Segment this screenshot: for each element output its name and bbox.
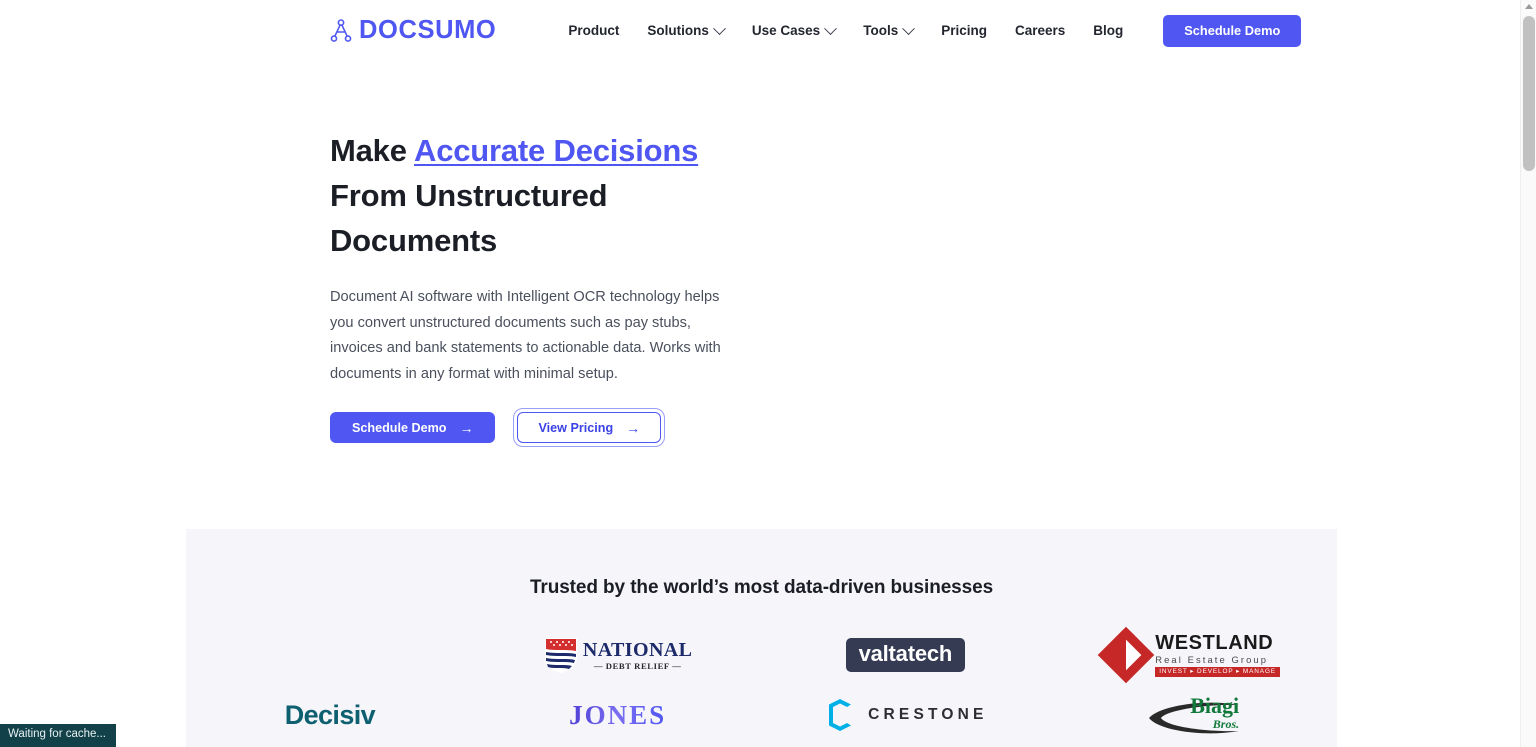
logo-wordmark: CRESTONE [868,706,988,724]
chevron-down-icon [902,21,916,35]
nav-item-product[interactable]: Product [554,18,633,44]
westland-logo: WESTLAND Real Estate Group INVEST ▸ DEVE… [1097,626,1280,684]
logo-line-1: NATIONAL [582,638,693,661]
nav-label: Blog [1093,23,1124,39]
hero-headline-part2: From Unstructured Documents [330,178,608,258]
hero-subtitle: Document AI software with Intelligent OC… [330,289,721,382]
hero-section: Make Accurate Decisions From Unstructure… [330,128,760,448]
shield-icon [543,635,579,675]
nav-item-pricing[interactable]: Pricing [927,18,1001,44]
logo-line-1: Biagi [1190,693,1240,718]
arrow-right-icon: → [626,419,641,436]
nav-label: Use Cases [751,23,821,39]
logo-line-1: WESTLAND [1155,631,1274,654]
nav-item-solutions[interactable]: Solutions [633,18,738,44]
chevron-down-icon [713,21,726,35]
crestone-logo: CRESTONE [823,698,987,732]
logo-wordmark: NATIONAL — DEBT RELIEF — [583,640,693,671]
diamond-icon [1097,626,1155,684]
docsumo-logo[interactable]: DOCSUMO [330,18,496,44]
nav-label: Product [568,23,620,39]
logo-line-2: — DEBT RELIEF — [593,660,682,671]
page-viewport: DOCSUMO Product Solutions Use Cases Tool… [0,0,1520,747]
hero-headline-part1: Make [330,133,415,168]
scroll-up-arrow-icon[interactable] [1525,4,1533,9]
hero-headline-highlight-link[interactable]: Accurate Decisions [414,133,698,168]
hero-headline: Make Accurate Decisions From Unstructure… [330,128,760,263]
logo-line-3: INVEST ▸ DEVELOP ▸ MANAGE [1155,667,1280,678]
valtatech-logo: valtatech [845,638,966,672]
scrollbar-thumb[interactable] [1523,16,1535,171]
hero-view-pricing-button[interactable]: View Pricing → [513,408,666,448]
docsumo-node-graph-icon [330,19,352,43]
logo-cell-biagi-bros: Biagi Bros. [1049,685,1337,745]
nav-label: Pricing [941,23,987,39]
biagi-bros-logo: Biagi Bros. [1145,693,1241,737]
national-debt-relief-logo: NATIONAL — DEBT RELIEF — [543,635,693,675]
site-header: DOCSUMO Product Solutions Use Cases Tool… [0,0,1520,62]
trusted-by-section: Trusted by the world’s most data-driven … [186,529,1337,747]
header-inner: DOCSUMO Product Solutions Use Cases Tool… [330,0,1302,62]
logo-cell-westland: WESTLAND Real Estate Group INVEST ▸ DEVE… [1049,625,1337,685]
nav-item-tools[interactable]: Tools [849,18,927,44]
logo-cell-national-debt-relief: NATIONAL — DEBT RELIEF — [474,625,762,685]
hexagon-c-icon [823,698,857,732]
hero-schedule-demo-button[interactable]: Schedule Demo → [330,412,496,444]
logo-cell-jones: JONES [474,685,762,745]
chevron-down-icon [824,21,838,35]
client-logo-grid: NATIONAL — DEBT RELIEF — valtatech WESTL… [186,625,1337,745]
nav-item-blog[interactable]: Blog [1079,18,1137,44]
arrow-right-icon: → [459,419,474,436]
decisiv-logo: Decisiv [284,699,376,730]
trusted-by-title: Trusted by the world’s most data-driven … [529,577,994,598]
browser-status-message: Waiting for cache... [0,724,117,747]
browser-page: DOCSUMO Product Solutions Use Cases Tool… [0,0,1536,747]
logo-cell-empty [186,625,474,685]
nav-label: Solutions [647,23,709,39]
vertical-scrollbar[interactable] [1520,0,1536,747]
logo-cell-crestone: CRESTONE [762,685,1050,745]
header-schedule-demo-button[interactable]: Schedule Demo [1163,14,1302,48]
hero-cta-group: Schedule Demo → View Pricing → [330,408,760,448]
logo-cell-decisiv: Decisiv [186,685,474,745]
button-label: View Pricing [538,420,614,435]
brand-name: DOCSUMO [359,16,497,45]
primary-nav: Product Solutions Use Cases Tools Pricin… [554,18,1137,44]
jones-logo: JONES [569,699,667,730]
nav-item-use-cases[interactable]: Use Cases [738,18,849,44]
logo-line-2: Real Estate Group [1155,653,1269,665]
logo-cell-valtatech: valtatech [762,625,1050,685]
nav-label: Tools [863,23,899,39]
button-label: Schedule Demo [352,420,447,435]
nav-label: Careers [1014,23,1066,39]
logo-wordmark: WESTLAND Real Estate Group INVEST ▸ DEVE… [1155,633,1280,678]
nav-item-careers[interactable]: Careers [1001,18,1079,44]
logo-line-2: Bros. [1212,717,1240,731]
